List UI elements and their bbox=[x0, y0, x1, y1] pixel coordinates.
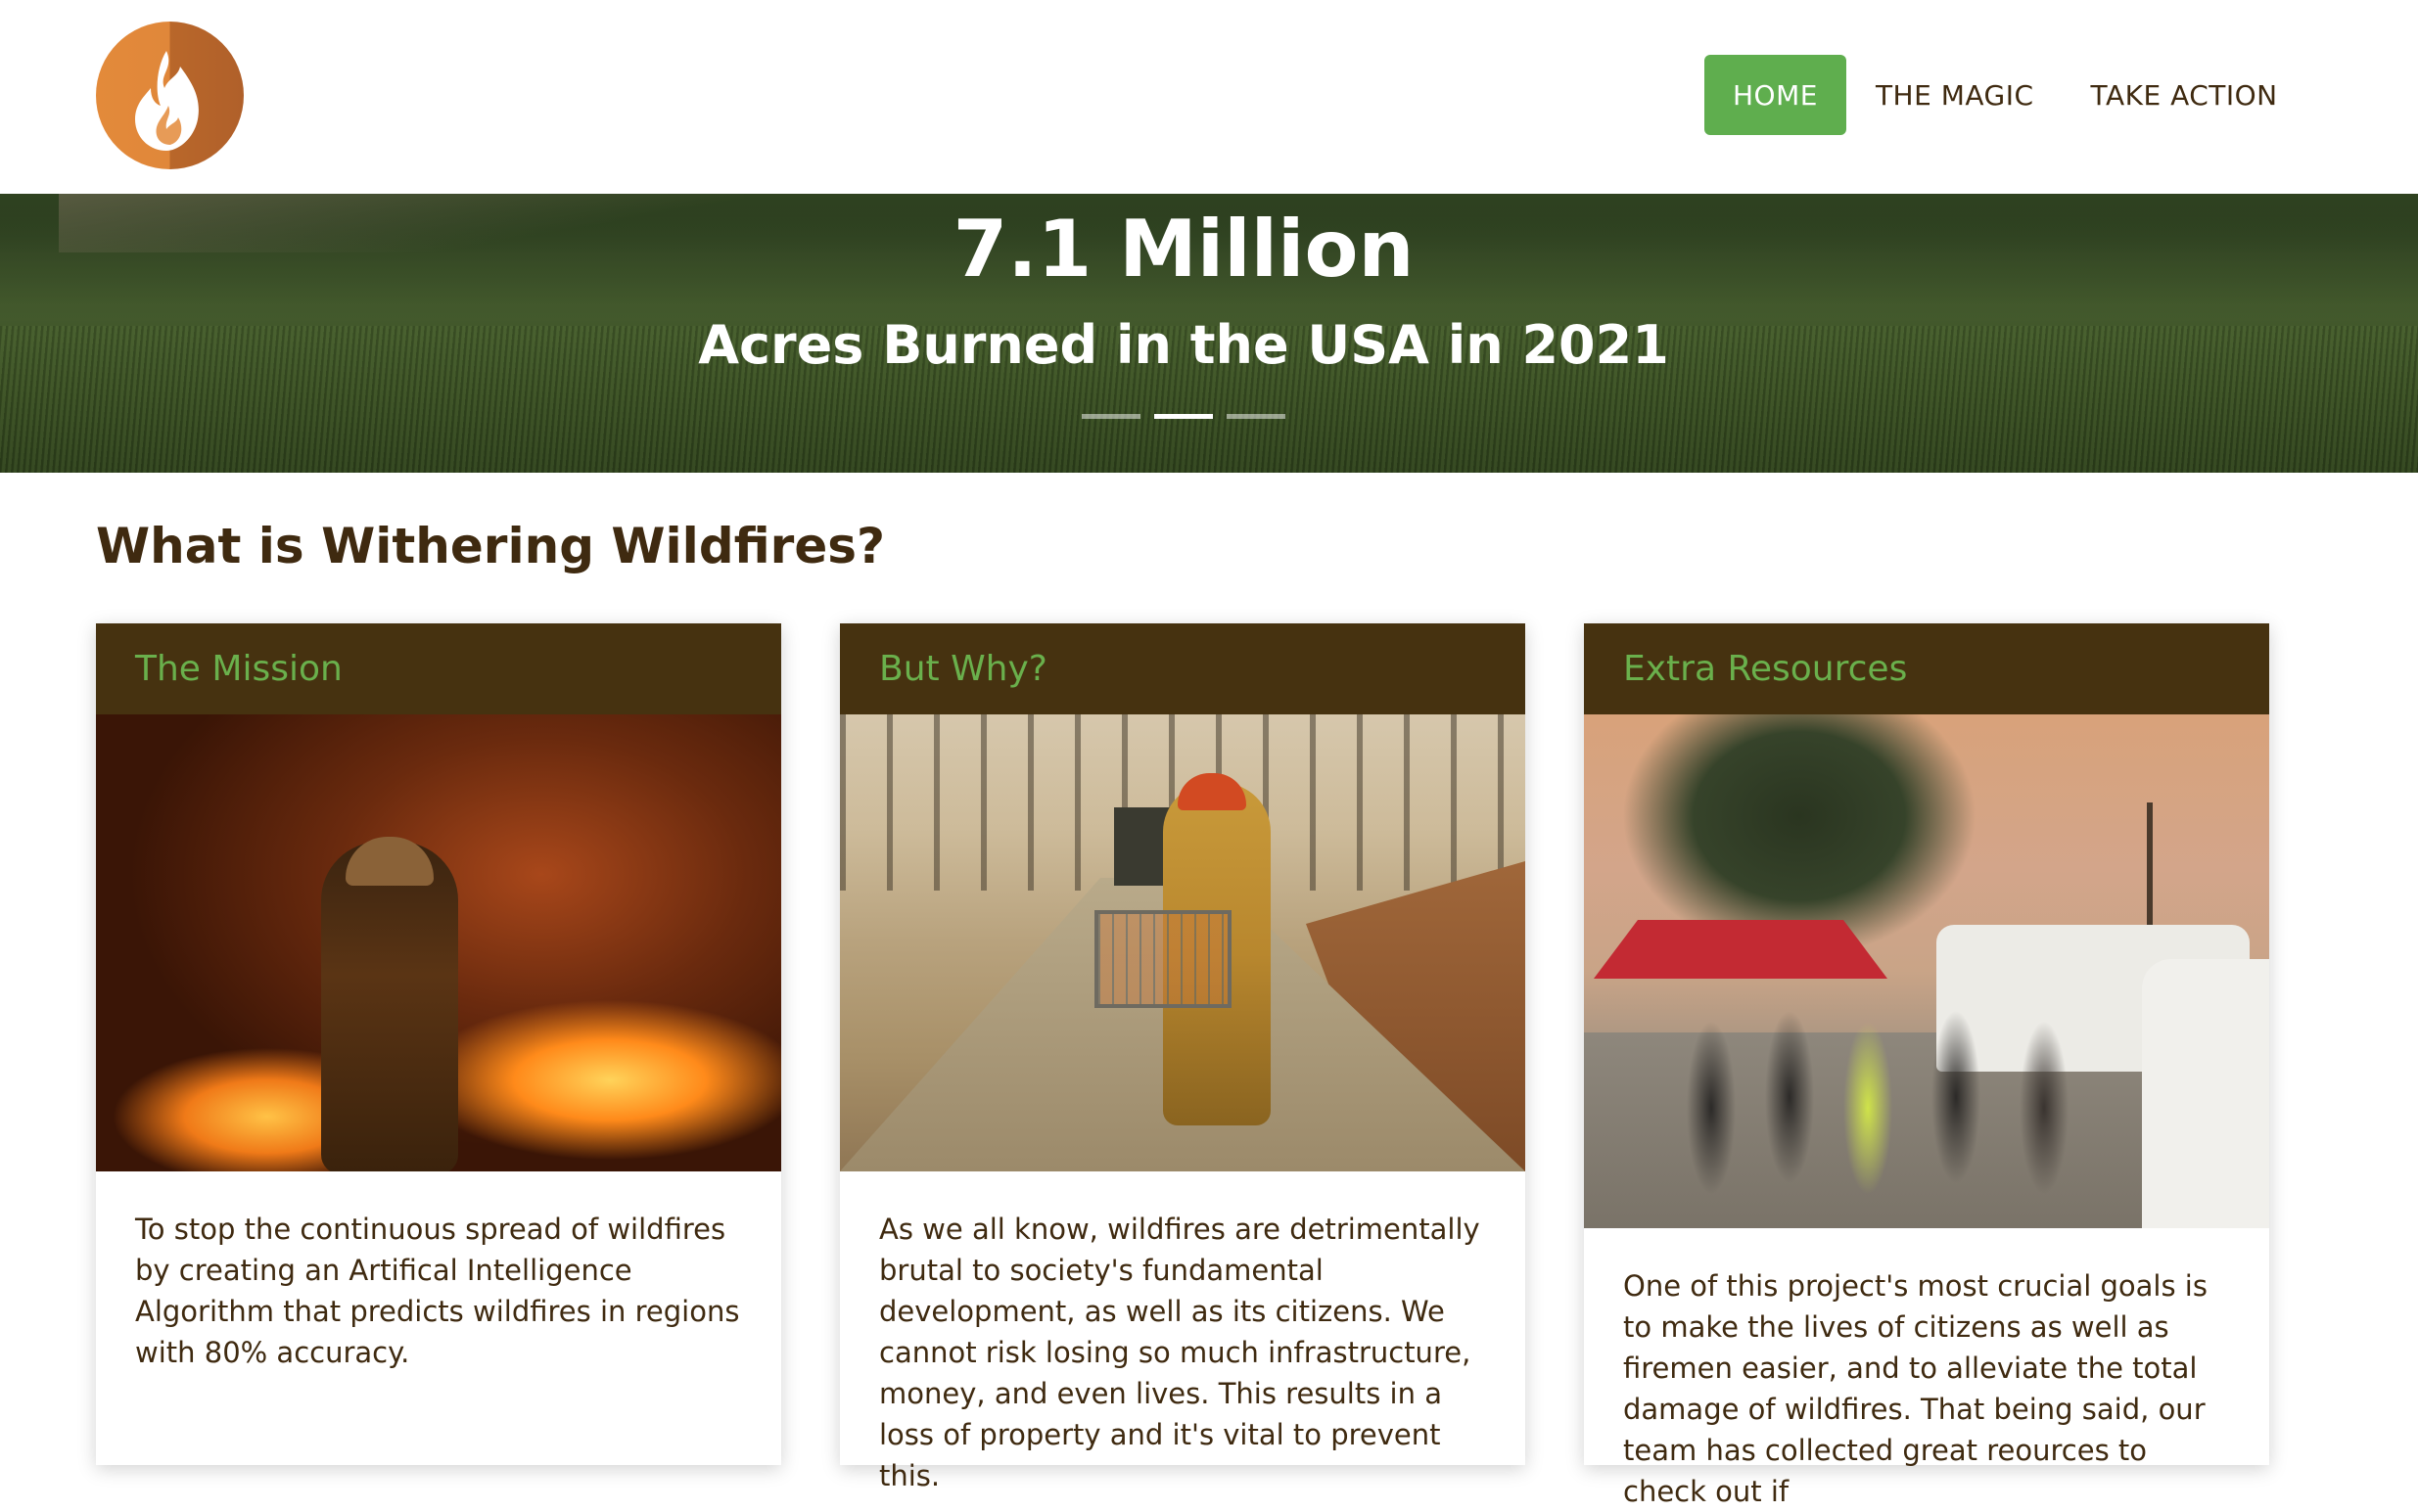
volunteer-aid-station-image bbox=[1584, 714, 2269, 1228]
card-text: As we all know, wildfires are detrimenta… bbox=[879, 1213, 1480, 1492]
image-people bbox=[1662, 979, 2152, 1194]
image-figure bbox=[321, 842, 458, 1171]
image-red-tent bbox=[1594, 920, 1887, 979]
firefighter-carrying-cage-image bbox=[840, 714, 1525, 1171]
carousel-indicator-3[interactable] bbox=[1227, 414, 1285, 419]
image-car bbox=[2142, 959, 2269, 1228]
firefighter-night-fire-image bbox=[96, 714, 781, 1171]
card-title: The Mission bbox=[96, 623, 781, 714]
section-heading: What is Withering Wildfires? bbox=[96, 518, 886, 574]
image-helmet bbox=[346, 837, 434, 886]
hero-title: 7.1 Million bbox=[953, 204, 1415, 295]
carousel-indicators bbox=[1082, 414, 1285, 419]
card-text: To stop the continuous spread of wildfir… bbox=[135, 1213, 740, 1369]
image-cage bbox=[1094, 910, 1232, 1008]
carousel-indicator-1[interactable] bbox=[1082, 414, 1140, 419]
nav-home-link[interactable]: HOME bbox=[1704, 55, 1846, 135]
navbar: HOME THE MAGIC TAKE ACTION bbox=[0, 0, 2418, 194]
hero-subtitle: Acres Burned in the USA in 2021 bbox=[698, 314, 1669, 376]
nav-the-magic-link[interactable]: THE MAGIC bbox=[1847, 55, 2063, 135]
card-extra-resources: Extra Resources One of this project's mo… bbox=[1584, 623, 2269, 1508]
card-text: One of this project's most crucial goals… bbox=[1623, 1269, 2208, 1508]
flame-logo-icon[interactable] bbox=[96, 22, 244, 169]
card-but-why: But Why? As we all know, wildfires are d… bbox=[840, 623, 1525, 1492]
card-mission: The Mission To stop the continuous sprea… bbox=[96, 623, 781, 1465]
main-nav: HOME THE MAGIC TAKE ACTION bbox=[1704, 55, 2306, 135]
card-title: But Why? bbox=[840, 623, 1525, 714]
carousel-indicator-2[interactable] bbox=[1154, 414, 1213, 419]
card-title: Extra Resources bbox=[1584, 623, 2269, 714]
nav-take-action-link[interactable]: TAKE ACTION bbox=[2063, 55, 2306, 135]
